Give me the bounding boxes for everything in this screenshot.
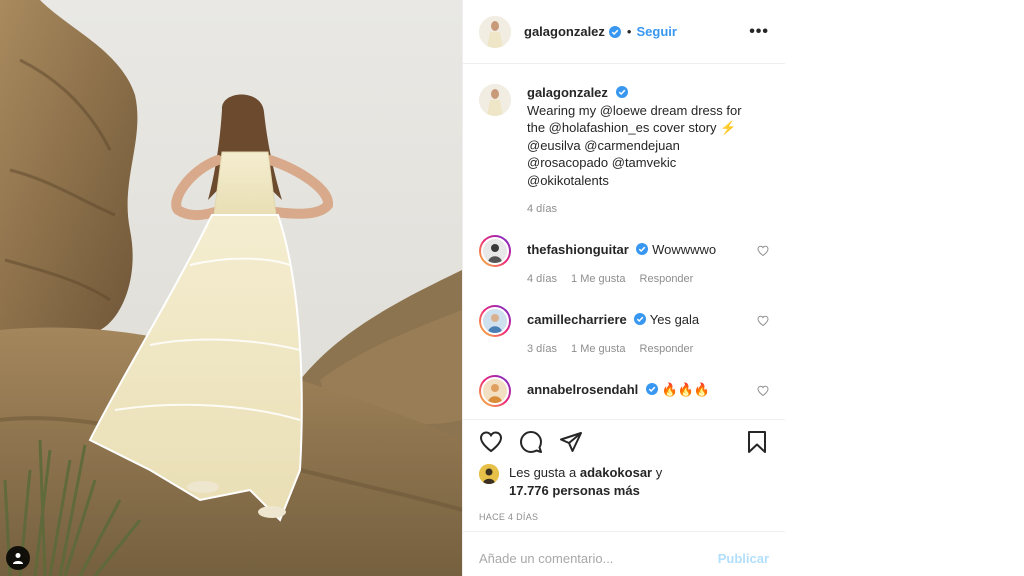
comment-button[interactable]	[519, 430, 543, 454]
heart-icon	[479, 431, 503, 453]
comment-heart-icon[interactable]	[757, 385, 769, 397]
likes-count[interactable]: 17.776 personas más	[509, 483, 640, 498]
caption-username[interactable]: galagonzalez	[527, 85, 608, 100]
comment-likes[interactable]: 1 Me gusta	[571, 343, 625, 355]
comment-text: camillecharriere Yes gala	[527, 305, 749, 329]
liker-username[interactable]: adakokosar	[580, 465, 652, 480]
comment-text: annabelrosendahl 🔥🔥🔥	[527, 375, 749, 399]
caption-line: @eusilva @carmendejuan	[527, 137, 680, 153]
comment-meta: 4 días 1 Me gusta Responder	[527, 273, 749, 285]
commenter-username[interactable]: annabelrosendahl	[527, 382, 638, 397]
like-button[interactable]	[479, 430, 503, 454]
person-icon	[13, 553, 23, 564]
comment-age[interactable]: 3 días	[527, 343, 557, 355]
caption-line: the @holafashion_es cover story ⚡	[527, 120, 737, 135]
comment-age[interactable]: 4 días	[527, 273, 557, 285]
author-username[interactable]: galagonzalez	[524, 24, 605, 39]
caption-line: @rosacopado @tamvekic	[527, 155, 677, 170]
reply-button[interactable]: Responder	[640, 343, 694, 355]
verified-badge-icon	[608, 25, 621, 38]
caption-row: galagonzalez Wearing my @loewe dream dre…	[479, 84, 769, 215]
likes-text: Les gusta a adakokosar y 17.776 personas…	[509, 464, 662, 500]
likes-prefix: Les gusta a	[509, 465, 577, 480]
commenter-avatar[interactable]	[479, 375, 511, 407]
bookmark-icon	[748, 431, 766, 453]
post-detail-panel: galagonzalez • Seguir ••• galagonzalez W…	[462, 0, 785, 576]
likes-summary: Les gusta a adakokosar y 17.776 personas…	[463, 464, 785, 504]
caption-age[interactable]: 4 días	[527, 203, 557, 215]
comment-item: annabelrosendahl 🔥🔥🔥	[479, 375, 769, 407]
avatar-image	[479, 15, 511, 48]
post-time-ago[interactable]: HACE 4 DÍAS	[463, 504, 785, 532]
comment-text: thefashionguitar Wowwwwo	[527, 235, 749, 259]
user-tag-button[interactable]	[6, 546, 30, 570]
comment-bubble-icon	[520, 431, 542, 453]
add-comment-bar: Publicar	[463, 532, 785, 576]
likes-joiner: y	[655, 465, 663, 480]
comment-meta: 3 días 1 Me gusta Responder	[527, 343, 749, 355]
author-avatar[interactable]	[479, 15, 511, 48]
caption-line: @okikotalents	[527, 172, 609, 188]
post-header: galagonzalez • Seguir •••	[463, 0, 785, 64]
page-background	[785, 0, 1024, 576]
reply-button[interactable]: Responder	[640, 273, 694, 285]
verified-badge-icon	[615, 86, 628, 98]
action-bar	[463, 420, 785, 464]
avatar-image	[483, 379, 507, 403]
caption-text: galagonzalez Wearing my @loewe dream dre…	[527, 84, 769, 189]
commenter-username[interactable]: thefashionguitar	[527, 242, 629, 257]
post-photo[interactable]	[0, 0, 462, 576]
comment-likes[interactable]: 1 Me gusta	[571, 273, 625, 285]
more-options-button[interactable]: •••	[749, 23, 769, 41]
comment-input[interactable]	[479, 550, 718, 566]
caption-author-avatar[interactable]	[479, 84, 511, 116]
caption-meta: 4 días	[527, 203, 769, 215]
comment-body: Wowwwwo	[652, 242, 717, 257]
commenter-avatar[interactable]	[479, 305, 511, 337]
avatar-image	[483, 309, 507, 333]
comment-body: 🔥🔥🔥	[661, 382, 711, 397]
avatar-image	[479, 464, 499, 484]
separator-dot: •	[626, 24, 632, 39]
commenter-username[interactable]: camillecharriere	[527, 312, 627, 327]
avatar-image	[479, 84, 511, 116]
avatar-image	[483, 239, 507, 263]
caption-line: Wearing my @loewe dream dress for	[527, 102, 742, 118]
follow-button[interactable]: Seguir	[636, 24, 676, 39]
paper-plane-icon	[560, 432, 582, 452]
share-button[interactable]	[559, 430, 583, 454]
comment-heart-icon[interactable]	[757, 245, 769, 257]
comment-item: camillecharriere Yes gala 3 días 1 Me gu…	[479, 305, 769, 355]
verified-badge-icon	[645, 383, 658, 395]
post-image	[0, 0, 462, 576]
comment-heart-icon[interactable]	[757, 315, 769, 327]
comment-item: thefashionguitar Wowwwwo 4 días 1 Me gus…	[479, 235, 769, 285]
publish-button[interactable]: Publicar	[718, 551, 769, 566]
save-button[interactable]	[745, 430, 769, 454]
commenter-avatar[interactable]	[479, 235, 511, 267]
verified-badge-icon	[634, 313, 647, 325]
comment-body: Yes gala	[649, 312, 700, 327]
liker-avatar[interactable]	[479, 464, 499, 484]
verified-badge-icon	[636, 243, 649, 255]
comments-list[interactable]: galagonzalez Wearing my @loewe dream dre…	[463, 64, 785, 420]
